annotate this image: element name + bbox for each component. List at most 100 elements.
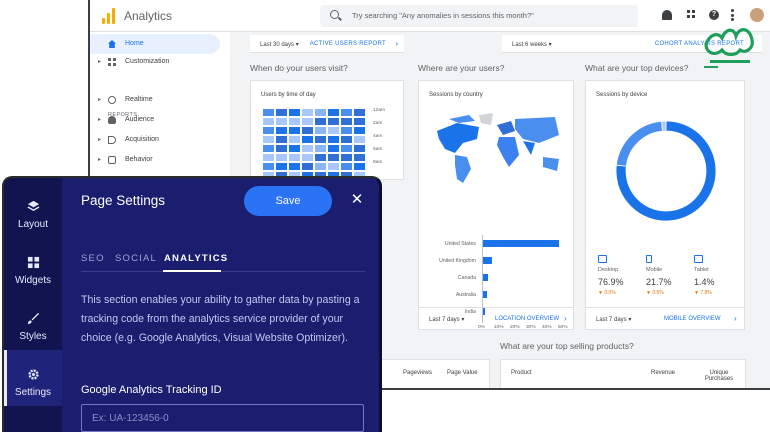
heatmap-cell [341, 109, 352, 116]
date-range-select[interactable]: Last 6 weeks ▾ [512, 41, 552, 48]
device-share: 76.9% [598, 277, 624, 287]
nav-settings[interactable]: Settings [4, 350, 62, 406]
layers-icon [27, 200, 40, 212]
heatmap-cell [341, 127, 352, 134]
tracking-id-input[interactable] [81, 404, 364, 432]
tablet-icon [694, 255, 703, 263]
hour-label: 6am [373, 147, 383, 152]
device-change: ▼ 7.8% [694, 290, 712, 296]
heatmap-cell [276, 154, 287, 161]
gear-icon [28, 369, 39, 380]
analytics-topbar: Analytics Try searching "Any anomalies i… [90, 0, 770, 32]
sidebar-item-realtime[interactable]: ▸ Realtime [90, 90, 220, 110]
heatmap-cell [263, 109, 274, 116]
sidebar-item-acquisition[interactable]: ▸ Acquisition [90, 130, 220, 150]
heatmap-cell [289, 145, 300, 152]
apps-grid-icon[interactable] [687, 10, 697, 20]
country-bar [482, 257, 492, 264]
nav-label: Styles [19, 331, 47, 342]
tab-social[interactable]: SOCIAL [115, 253, 157, 264]
bell-icon[interactable] [662, 10, 672, 20]
heatmap-cell [289, 127, 300, 134]
device-card-footer: Last 7 days ▾ MOBILE OVERVIEW › [586, 307, 744, 329]
person-icon [108, 116, 116, 124]
heatmap-cell [328, 136, 339, 143]
desktop-icon [598, 255, 607, 263]
heatmap-cell [315, 163, 326, 170]
search-bar[interactable]: Try searching "Any anomalies in sessions… [320, 5, 638, 27]
heatmap-cell [289, 154, 300, 161]
heatmap-cell [302, 118, 313, 125]
acquisition-icon [108, 136, 116, 144]
clock-icon [108, 96, 116, 104]
heatmap-cell [315, 127, 326, 134]
sidebar-item-label: Audience [125, 116, 155, 123]
date-range-select[interactable]: Last 7 days ▾ [429, 316, 464, 323]
heatmap-cell [302, 154, 313, 161]
device-share: 21.7% [646, 277, 672, 287]
save-button[interactable]: Save [244, 186, 332, 216]
heatmap-cell [354, 163, 365, 170]
location-overview-link[interactable]: LOCATION OVERVIEW [495, 316, 559, 322]
column-header-revenue: Revenue [651, 370, 676, 376]
hour-label: 8am [373, 160, 383, 165]
home-icon [108, 40, 116, 48]
heatmap-cell [263, 118, 274, 125]
heatmap-cell [289, 109, 300, 116]
sidebar-item-customization[interactable]: ▸ Customization [90, 52, 220, 72]
nav-widgets[interactable]: Widgets [4, 238, 62, 294]
mobile-overview-link[interactable]: MOBILE OVERVIEW [664, 316, 721, 322]
heatmap-cell [328, 145, 339, 152]
world-map [437, 113, 559, 183]
caret-right-icon: ▸ [98, 117, 102, 123]
country-label: United States [444, 241, 476, 247]
heatmap-cell [341, 118, 352, 125]
widgets-icon [27, 256, 40, 269]
heatmap-cell [315, 136, 326, 143]
heatmap-cell [354, 127, 365, 134]
chevron-right-icon[interactable]: › [564, 314, 567, 323]
country-card-footer: Last 7 days ▾ LOCATION OVERVIEW › [419, 307, 573, 329]
heatmap-cell [302, 163, 313, 170]
device-name: Desktop [598, 267, 619, 273]
search-icon [330, 10, 339, 19]
tab-analytics[interactable]: ANALYTICS [164, 253, 228, 264]
tab-seo[interactable]: SEO [81, 253, 105, 264]
chevron-right-icon[interactable]: › [734, 314, 737, 323]
chevron-right-icon[interactable]: › [395, 39, 398, 48]
heatmap-cell [341, 145, 352, 152]
heatmap-cell [289, 118, 300, 125]
nav-layout[interactable]: Layout [4, 182, 62, 238]
hour-label: 4am [373, 134, 383, 139]
sidebar-item-behavior[interactable]: ▸ Behavior [90, 150, 220, 170]
brush-icon [27, 312, 40, 325]
sidebar-item-label: Home [125, 40, 144, 47]
device-name: Mobile [646, 267, 663, 273]
question-where: Where are your users? [418, 63, 505, 73]
heatmap-cell [289, 136, 300, 143]
heatmap-cell [263, 136, 274, 143]
heatmap-cell [328, 154, 339, 161]
country-label: Canada [457, 275, 476, 281]
sidebar-item-home[interactable]: Home [90, 34, 220, 54]
country-label: United Kingdom [439, 258, 476, 264]
date-range-select[interactable]: Last 7 days ▾ [596, 316, 631, 323]
heatmap-cell [341, 136, 352, 143]
heatmap-cell [276, 145, 287, 152]
heatmap-cell [276, 163, 287, 170]
nav-styles[interactable]: Styles [4, 294, 62, 350]
date-range-select[interactable]: Last 30 days ▾ [260, 41, 299, 48]
products-table: Product Revenue Unique Purchases [500, 359, 746, 388]
active-users-report-link[interactable]: ACTIVE USERS REPORT [310, 41, 386, 47]
heatmap-cell [263, 145, 274, 152]
sidebar-item-label: Behavior [125, 156, 153, 163]
sessions-by-country-card: Sessions by country United States United … [418, 80, 574, 330]
column-header-product: Product [511, 370, 532, 376]
heatmap-cell [302, 145, 313, 152]
sidebar-item-audience[interactable]: ▸ Audience [90, 110, 220, 130]
close-icon[interactable]: ✕ [349, 192, 365, 208]
device-change: ▼ 0.0% [598, 290, 616, 296]
caret-right-icon: ▸ [98, 157, 102, 163]
device-share: 1.4% [694, 277, 715, 287]
column-header-pageviews: Pageviews [403, 370, 433, 376]
